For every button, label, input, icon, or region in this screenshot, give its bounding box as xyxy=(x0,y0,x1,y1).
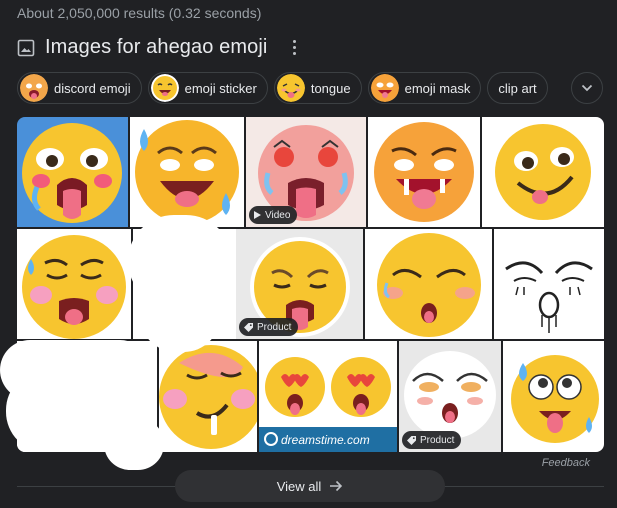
chip-label: discord emoji xyxy=(54,80,131,96)
results-stats: About 2,050,000 results (0.32 seconds) xyxy=(17,5,262,21)
badge-label: Product xyxy=(420,434,455,446)
chip-tongue[interactable]: tongue xyxy=(273,72,362,104)
chip-thumbnail xyxy=(20,74,48,102)
image-result[interactable] xyxy=(494,229,604,339)
image-result[interactable] xyxy=(503,341,604,452)
image-result[interactable]: dreamstime.com xyxy=(259,341,397,452)
view-all-label: View all xyxy=(276,478,322,494)
image-result[interactable]: Product xyxy=(399,341,501,452)
image-result[interactable] xyxy=(482,117,604,227)
product-badge: Product xyxy=(239,318,299,336)
chip-label: clip art xyxy=(498,80,537,96)
related-chips: discord emoji emoji sticker tongue emoji… xyxy=(17,72,548,104)
image-result[interactable] xyxy=(130,117,244,227)
chip-clip-art[interactable]: clip art xyxy=(487,72,548,104)
badge-label: Product xyxy=(257,321,292,333)
chip-thumbnail xyxy=(370,74,399,102)
images-section-header: Images for ahegao emoji xyxy=(17,36,297,59)
chip-thumbnail xyxy=(276,74,305,102)
chip-label: emoji mask xyxy=(404,80,471,96)
chip-emoji-mask[interactable]: emoji mask xyxy=(367,72,482,104)
image-icon xyxy=(17,39,35,56)
image-result[interactable] xyxy=(365,229,492,339)
tag-icon xyxy=(407,435,416,445)
image-result[interactable]: Product xyxy=(236,229,363,339)
view-all-button[interactable]: View all xyxy=(175,470,445,502)
image-result[interactable] xyxy=(368,117,480,227)
image-result[interactable]: Video xyxy=(246,117,366,227)
video-badge: Video xyxy=(249,206,298,224)
chevron-down-icon[interactable] xyxy=(571,72,603,104)
chip-emoji-sticker[interactable]: emoji sticker xyxy=(147,72,268,104)
more-vert-icon[interactable] xyxy=(291,38,297,57)
badge-label: Video xyxy=(265,209,291,221)
dreamstime-watermark: dreamstime.com xyxy=(281,433,370,447)
arrow-right-icon xyxy=(330,480,343,492)
play-icon xyxy=(254,211,261,219)
tag-icon xyxy=(244,322,253,332)
chip-label: tongue xyxy=(310,80,351,96)
redaction-blob xyxy=(104,418,164,470)
chip-thumbnail xyxy=(150,74,179,102)
image-result[interactable] xyxy=(17,117,128,227)
image-result[interactable] xyxy=(17,229,131,339)
feedback-link[interactable]: Feedback xyxy=(542,457,590,469)
section-title[interactable]: Images for ahegao emoji xyxy=(45,36,267,59)
chip-discord-emoji[interactable]: discord emoji xyxy=(17,72,142,104)
chip-label: emoji sticker xyxy=(184,80,257,96)
image-result[interactable] xyxy=(159,341,257,452)
redaction-blob xyxy=(140,280,220,352)
product-badge: Product xyxy=(402,431,462,449)
